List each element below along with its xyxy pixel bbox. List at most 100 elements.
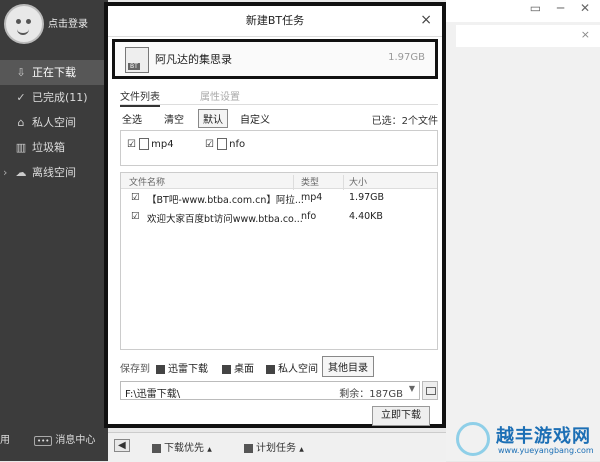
- sidebar-item-label: 离线空间: [32, 166, 76, 179]
- video-file-icon: [139, 138, 150, 150]
- close-icon[interactable]: ×: [420, 12, 432, 28]
- task-name: 阿凡达的集思录: [155, 53, 232, 66]
- other-directory-button[interactable]: 其他目录: [322, 356, 374, 377]
- sidebar: 点击登录 ⇩ 正在下载 ✓ 已完成(11) ⌂ 私人空间 ▥ 垃圾箱 › ☁ 离线空间 用…: [0, 0, 108, 461]
- bottom-toolbar: ◀ 下载优先 ▲ 计划任务 ▲: [108, 432, 446, 462]
- table-row[interactable]: ☑ 欢迎大家百度bt访问www.btba.co... nfo 4.40KB: [121, 208, 437, 226]
- save-option-private-space[interactable]: 私人空间: [266, 360, 318, 375]
- column-divider: [343, 175, 344, 190]
- save-path-value[interactable]: F:\迅雷下载\: [125, 385, 180, 400]
- schedule-task-button[interactable]: 计划任务 ▲: [244, 439, 304, 454]
- sidebar-item-offline[interactable]: › ☁ 离线空间: [0, 160, 108, 185]
- file-toolbar: 全选 清空 默认 自定义 已选：2个文件: [120, 109, 438, 129]
- tab-file-list[interactable]: 文件列表: [120, 88, 160, 107]
- save-option-thunder-download[interactable]: 迅雷下载: [156, 360, 208, 375]
- message-center-label: 消息中心: [55, 435, 96, 446]
- save-location-row: 保存到 迅雷下载 桌面 私人空间 其他目录: [120, 356, 438, 377]
- folder-icon: [426, 387, 436, 395]
- avatar-eye-left: [16, 19, 21, 24]
- dialog-tabs: 文件列表 属性设置: [120, 86, 438, 107]
- caret-up-icon: ▲: [299, 446, 304, 453]
- task-summary: BT 阿凡达的集思录 1.97GB: [112, 39, 438, 79]
- lock-icon: [266, 364, 275, 374]
- avatar[interactable]: [4, 4, 44, 44]
- main-window-titlebar: ▭ ─ ✕: [446, 0, 600, 22]
- type-filter-mp4[interactable]: ☑ mp4: [127, 138, 174, 150]
- type-label: mp4: [151, 139, 174, 150]
- default-button[interactable]: 默认: [198, 109, 228, 128]
- check-circle-icon: ✓: [16, 91, 26, 104]
- bt-file-icon-label: BT: [128, 63, 140, 70]
- schedule-icon: [244, 443, 253, 453]
- file-type: mp4: [301, 192, 323, 203]
- type-label: nfo: [229, 139, 246, 150]
- watermark-text: 越丰游戏网: [496, 426, 591, 447]
- custom-button[interactable]: 自定义: [240, 111, 270, 126]
- file-size: 4.40KB: [349, 211, 383, 222]
- file-name: 【BT吧-www.btba.com.cn】阿拉...: [147, 195, 304, 206]
- close-icon[interactable]: ×: [581, 28, 590, 41]
- lock-icon: ⌂: [17, 116, 25, 129]
- trash-icon: ▥: [15, 141, 27, 154]
- save-option-label: 私人空间: [278, 364, 318, 375]
- thunder-icon: [156, 364, 165, 374]
- watermark-url: www.yueyangbang.com: [498, 446, 594, 455]
- clear-button[interactable]: 清空: [164, 111, 184, 126]
- back-button[interactable]: ◀: [114, 439, 130, 452]
- dialog-title: 新建BT任务: [108, 6, 442, 37]
- row-checkbox[interactable]: ☑: [131, 211, 140, 222]
- bt-file-icon: BT: [125, 47, 149, 73]
- save-option-label: 迅雷下载: [168, 364, 208, 375]
- file-name: 欢迎大家百度bt访问www.btba.co...: [147, 214, 303, 225]
- new-bt-task-dialog: 新建BT任务 × BT 阿凡达的集思录 1.97GB 文件列表 属性设置 全选 …: [104, 2, 446, 428]
- download-icon: ⇩: [16, 66, 26, 79]
- desktop-icon: [222, 364, 231, 374]
- download-now-button[interactable]: 立即下载: [372, 406, 430, 426]
- message-center-button[interactable]: ••• 消息中心: [34, 431, 95, 446]
- sidebar-item-label: 已完成(11): [32, 91, 88, 104]
- watermark: 越丰游戏网 www.yueyangbang.com: [450, 418, 600, 461]
- free-space-label: 剩余：187GB: [339, 389, 403, 400]
- download-priority-button[interactable]: 下载优先 ▲: [152, 439, 212, 454]
- sidebar-item-downloading[interactable]: ⇩ 正在下载: [0, 60, 108, 85]
- save-option-label: 桌面: [234, 364, 254, 375]
- download-priority-label: 下载优先: [164, 443, 204, 454]
- save-path-field[interactable]: F:\迅雷下载\ 剩余：187GB ▼: [120, 381, 420, 400]
- login-link[interactable]: 点击登录: [48, 15, 88, 30]
- browse-folder-button[interactable]: [422, 381, 438, 400]
- checkbox[interactable]: ☑: [205, 139, 214, 150]
- save-to-label: 保存到: [120, 364, 150, 375]
- message-icon: •••: [34, 436, 53, 446]
- column-divider: [293, 175, 294, 190]
- sidebar-item-completed[interactable]: ✓ 已完成(11): [0, 85, 108, 110]
- file-list-header: 文件名称 类型 大小: [121, 173, 437, 190]
- table-row[interactable]: ☑ 【BT吧-www.btba.com.cn】阿拉... mp4 1.97GB: [121, 189, 437, 207]
- checkbox[interactable]: ☑: [127, 139, 136, 150]
- save-option-desktop[interactable]: 桌面: [222, 360, 254, 375]
- text-file-icon: [217, 138, 228, 150]
- tab-properties[interactable]: 属性设置: [200, 88, 240, 103]
- chevron-down-icon[interactable]: ▼: [409, 384, 415, 393]
- type-filter-nfo[interactable]: ☑ nfo: [205, 138, 245, 150]
- sidebar-item-private[interactable]: ⌂ 私人空间: [0, 110, 108, 135]
- sidebar-bottom-fragment: 用: [0, 435, 10, 446]
- wifi-logo-icon: [456, 422, 490, 456]
- row-checkbox[interactable]: ☑: [131, 192, 140, 203]
- avatar-eye-right: [26, 19, 31, 24]
- column-header-size[interactable]: 大小: [349, 175, 367, 188]
- caret-up-icon: ▲: [207, 446, 212, 453]
- main-window-background: ▭ ─ ✕ ×: [446, 0, 600, 461]
- select-all-button[interactable]: 全选: [122, 111, 142, 126]
- column-header-type[interactable]: 类型: [301, 175, 319, 188]
- column-header-name[interactable]: 文件名称: [129, 175, 165, 188]
- cloud-icon: ☁: [15, 166, 27, 179]
- sidebar-item-trash[interactable]: ▥ 垃圾箱: [0, 135, 108, 160]
- schedule-task-label: 计划任务: [256, 443, 296, 454]
- sidebar-item-label: 正在下载: [32, 66, 76, 79]
- file-type: nfo: [301, 211, 317, 222]
- chevron-right-icon: ›: [3, 166, 8, 179]
- window-controls[interactable]: ▭ ─ ✕: [530, 1, 596, 15]
- avatar-mouth: [17, 27, 29, 35]
- file-size: 1.97GB: [349, 192, 385, 203]
- sidebar-nav: ⇩ 正在下载 ✓ 已完成(11) ⌂ 私人空间 ▥ 垃圾箱 › ☁ 离线空间: [0, 60, 108, 185]
